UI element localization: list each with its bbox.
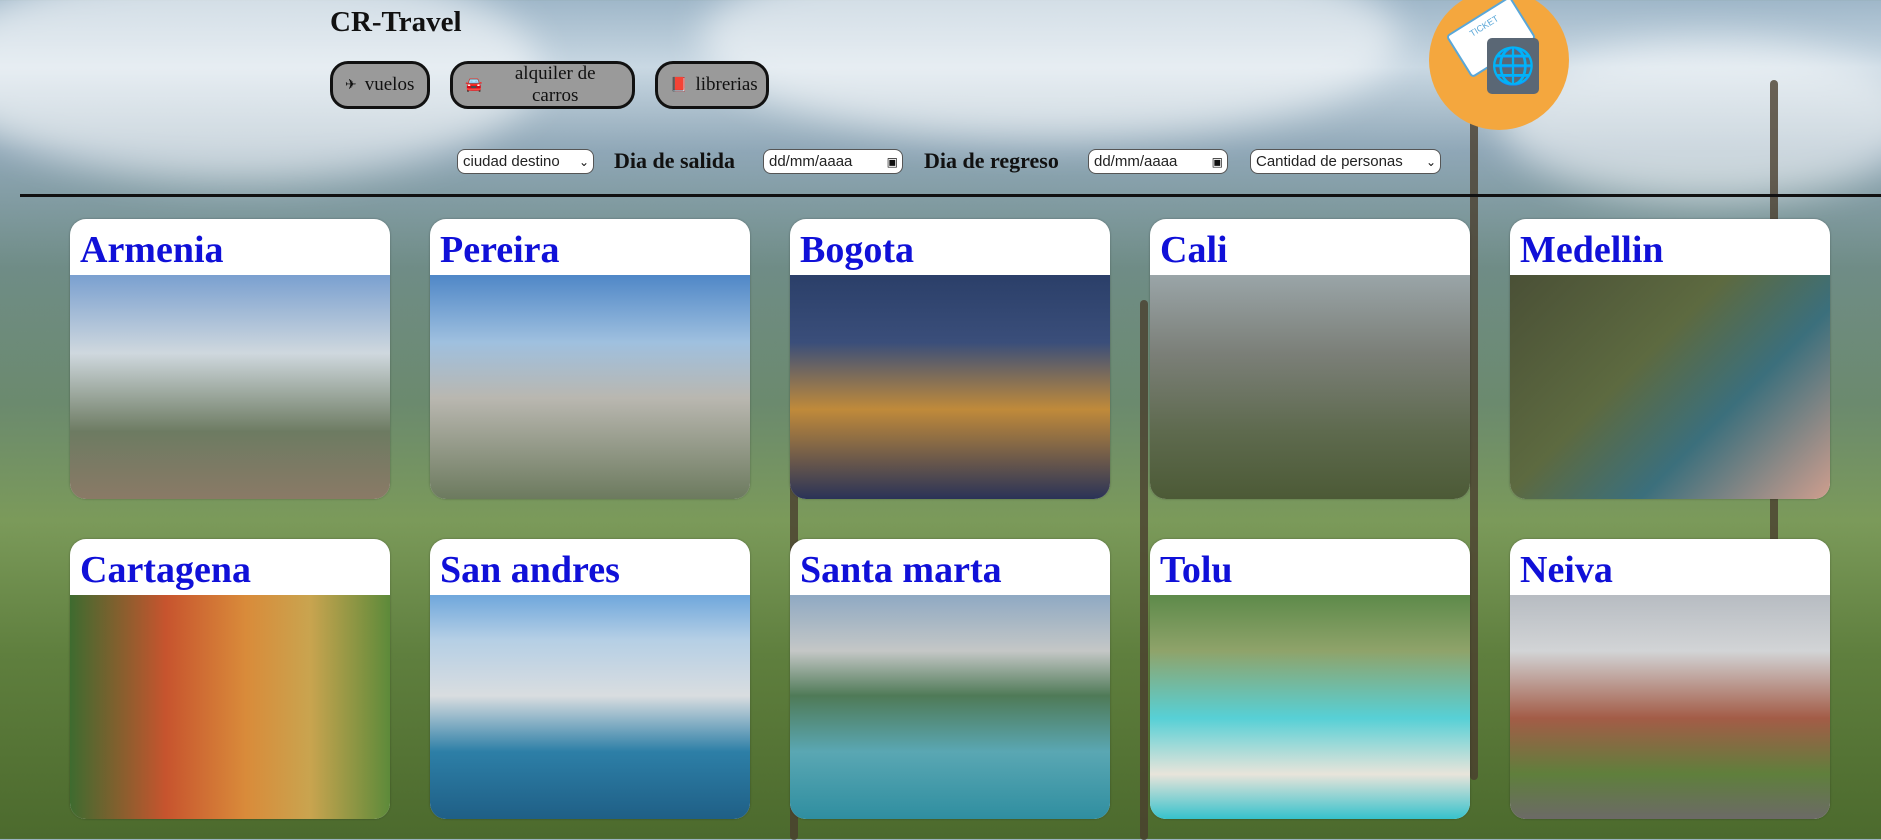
destination-card-medellin[interactable]: Medellin	[1510, 219, 1830, 499]
card-title: Armenia	[80, 229, 224, 271]
chevron-down-icon: ⌄	[578, 154, 589, 169]
return-date-input[interactable]: dd/mm/aaaa ▣	[1088, 149, 1228, 174]
destination-card-santa-marta[interactable]: Santa marta	[790, 539, 1110, 819]
palm-tree	[1140, 300, 1148, 840]
card-title: Pereira	[440, 229, 560, 271]
nav-label: alquiler de carros	[514, 63, 596, 106]
nav-button-vuelos[interactable]: ✈ vuelos	[330, 61, 430, 109]
destination-photo	[70, 275, 390, 499]
calendar-icon[interactable]: ▣	[887, 155, 898, 169]
destination-photo	[790, 275, 1110, 499]
car-icon: 🚘	[465, 77, 483, 93]
destination-card-cali[interactable]: Cali	[1150, 219, 1470, 499]
destination-card-bogota[interactable]: Bogota	[790, 219, 1110, 499]
destination-photo	[1150, 275, 1470, 499]
destination-card-san-andres[interactable]: San andres	[430, 539, 750, 819]
card-title: Medellin	[1520, 229, 1664, 271]
destination-select-value: ciudad destino	[463, 153, 560, 170]
return-date-value: dd/mm/aaaa	[1094, 153, 1178, 170]
destination-card-tolu[interactable]: Tolu	[1150, 539, 1470, 819]
destination-card-neiva[interactable]: Neiva	[1510, 539, 1830, 819]
destination-card-cartagena[interactable]: Cartagena	[70, 539, 390, 819]
destination-card-armenia[interactable]: Armenia	[70, 219, 390, 499]
card-title: Tolu	[1160, 549, 1233, 591]
plane-icon: ✈	[345, 77, 357, 93]
passport-globe-icon: 🌐	[1487, 38, 1539, 94]
card-title: Cartagena	[80, 549, 251, 591]
card-title: Cali	[1160, 229, 1228, 271]
people-select[interactable]: Cantidad de personas ⌄	[1250, 149, 1441, 174]
destination-photo	[430, 275, 750, 499]
return-label: Dia de regreso	[924, 148, 1059, 173]
destination-photo	[70, 595, 390, 819]
card-title: San andres	[440, 549, 620, 591]
destination-photo	[1150, 595, 1470, 819]
destination-photo	[790, 595, 1110, 819]
departure-label: Dia de salida	[614, 148, 736, 173]
book-icon: 📕	[670, 77, 688, 93]
destination-photo	[1510, 275, 1830, 499]
card-title: Bogota	[800, 229, 914, 271]
destination-card-pereira[interactable]: Pereira	[430, 219, 750, 499]
destination-photo	[430, 595, 750, 819]
card-title: Neiva	[1520, 549, 1613, 591]
brand-title: CR-Travel	[330, 6, 462, 38]
people-select-value: Cantidad de personas	[1256, 153, 1403, 170]
nav-label: vuelos	[364, 74, 415, 95]
nav-button-alquiler-de-carros[interactable]: 🚘 alquiler de carros	[450, 61, 635, 109]
nav-button-librerias[interactable]: 📕 librerias	[655, 61, 769, 109]
card-title: Santa marta	[800, 549, 1002, 591]
nav-label: librerias	[695, 74, 758, 95]
departure-date-input[interactable]: dd/mm/aaaa ▣	[763, 149, 903, 174]
destination-photo	[1510, 595, 1830, 819]
header-divider	[20, 194, 1881, 197]
departure-date-value: dd/mm/aaaa	[769, 153, 853, 170]
destination-select[interactable]: ciudad destino ⌄	[457, 149, 594, 174]
calendar-icon[interactable]: ▣	[1212, 155, 1223, 169]
cloud	[700, 0, 1400, 140]
chevron-down-icon: ⌄	[1425, 154, 1436, 169]
